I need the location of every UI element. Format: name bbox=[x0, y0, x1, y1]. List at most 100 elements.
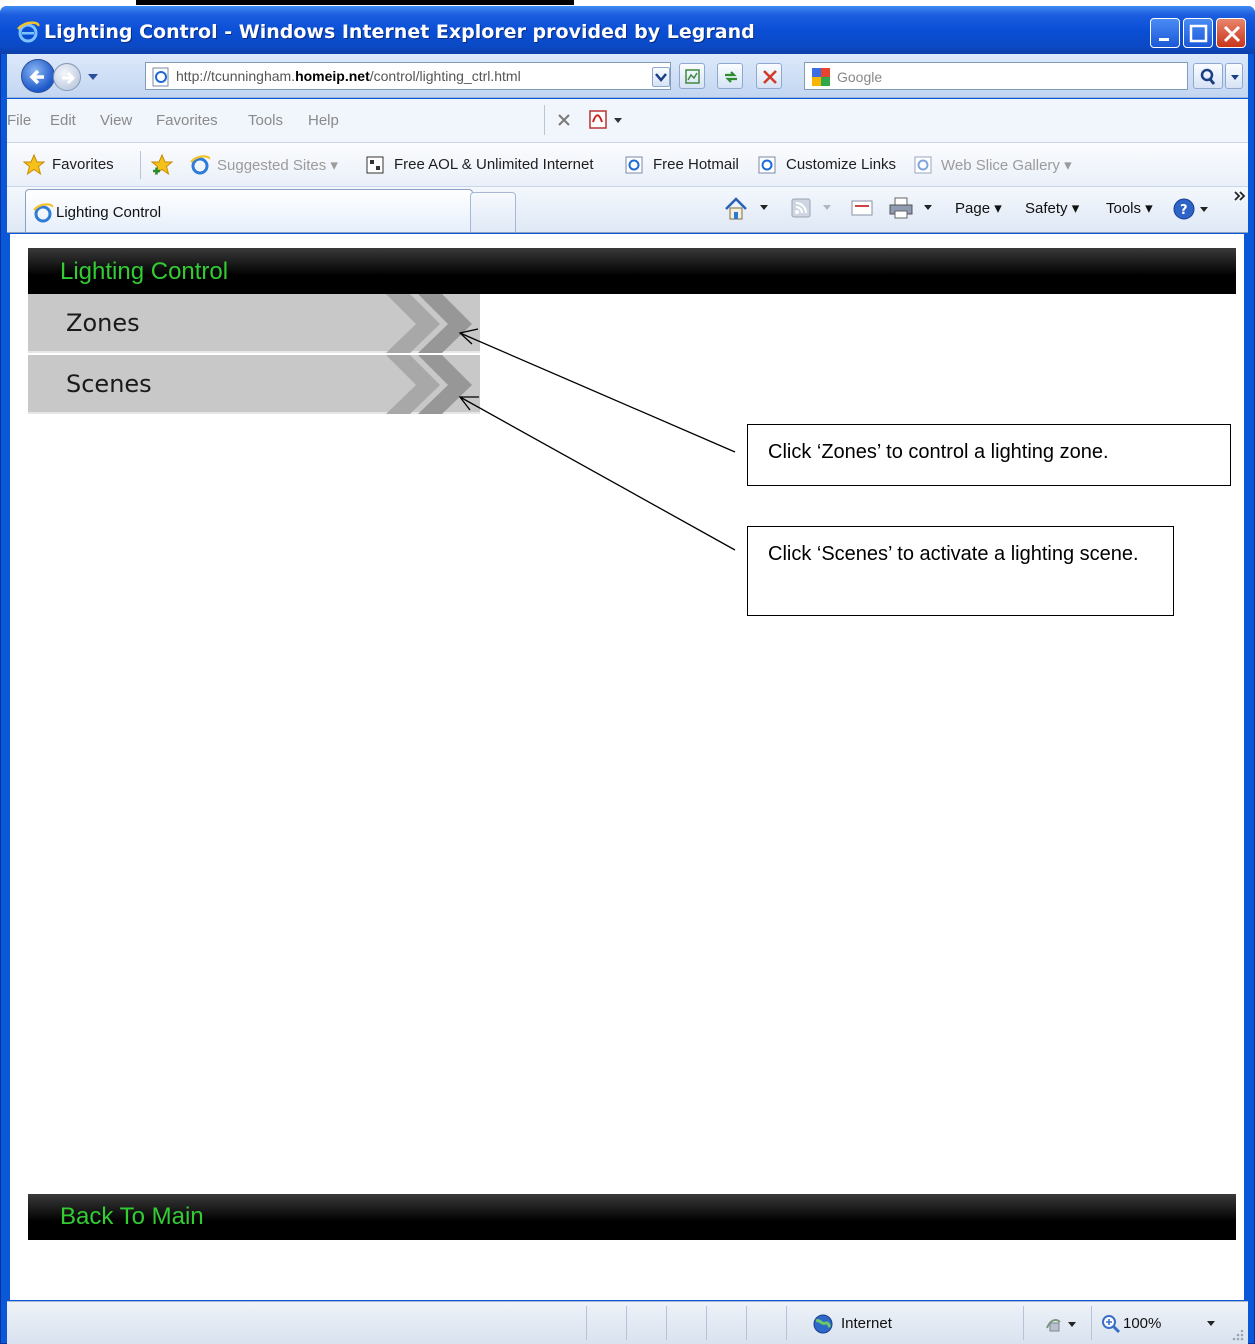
chevron-down-icon bbox=[1231, 75, 1239, 80]
fav-free-aol[interactable]: Free AOL & Unlimited Internet bbox=[394, 156, 594, 173]
feeds-icon[interactable] bbox=[790, 197, 812, 219]
minimize-button[interactable] bbox=[1150, 18, 1180, 48]
compatibility-view-button[interactable] bbox=[679, 63, 705, 89]
forward-button[interactable] bbox=[53, 63, 81, 91]
security-zone: Internet bbox=[841, 1315, 892, 1332]
chevron-down-icon[interactable] bbox=[822, 204, 832, 212]
address-toolbar: http://tcunningham.homeip.net/control/li… bbox=[7, 54, 1248, 98]
menu-view[interactable]: View bbox=[100, 112, 132, 129]
fav-customize-links[interactable]: Customize Links bbox=[786, 156, 896, 173]
status-separator bbox=[586, 1306, 587, 1340]
fav-web-slice-gallery[interactable]: Web Slice Gallery ▾ bbox=[941, 156, 1072, 174]
chevron-down-icon bbox=[655, 73, 667, 82]
scenes-label: Scenes bbox=[66, 370, 152, 398]
page-ie-icon bbox=[152, 67, 169, 87]
history-dropdown-icon[interactable] bbox=[87, 72, 99, 82]
footer-bar: Back To Main bbox=[28, 1194, 1236, 1240]
resize-grip-icon[interactable] bbox=[1229, 1326, 1245, 1342]
address-input[interactable]: http://tcunningham.homeip.net/control/li… bbox=[145, 62, 671, 90]
menu-tools[interactable]: Tools bbox=[248, 112, 283, 129]
ie-logo-icon bbox=[33, 203, 54, 223]
window-title: Lighting Control - Windows Internet Expl… bbox=[44, 21, 755, 43]
menu-separator bbox=[544, 105, 545, 135]
url-path: /control/lighting_ctrl.html bbox=[369, 68, 521, 84]
zoom-level[interactable]: 100% bbox=[1123, 1315, 1161, 1332]
fav-suggested-sites[interactable]: Suggested Sites ▾ bbox=[217, 156, 338, 174]
favorites-star-icon bbox=[23, 154, 45, 176]
scenes-button[interactable]: Scenes bbox=[28, 355, 480, 414]
tab-lighting-control[interactable]: Lighting Control bbox=[25, 189, 473, 232]
status-separator bbox=[1023, 1306, 1024, 1340]
page-title: Lighting Control bbox=[60, 258, 229, 285]
search-placeholder: Google bbox=[837, 69, 883, 85]
callout-scenes: Click ‘Scenes’ to activate a lighting sc… bbox=[747, 526, 1174, 616]
search-icon bbox=[1200, 68, 1216, 85]
maximize-icon bbox=[1189, 24, 1208, 43]
fav-free-hotmail[interactable]: Free Hotmail bbox=[653, 156, 739, 173]
status-separator bbox=[626, 1306, 627, 1340]
svg-text:?: ? bbox=[1180, 203, 1188, 218]
minimize-icon bbox=[1159, 38, 1169, 41]
menu-help[interactable]: Help bbox=[308, 112, 339, 129]
title-bar: Lighting Control - Windows Internet Expl… bbox=[0, 6, 1255, 54]
search-input[interactable]: Google bbox=[804, 62, 1188, 90]
menu-edit[interactable]: Edit bbox=[50, 112, 76, 129]
search-button[interactable] bbox=[1193, 63, 1223, 89]
zones-label: Zones bbox=[66, 309, 140, 337]
refresh-button[interactable] bbox=[717, 63, 743, 89]
close-toolbar-icon[interactable] bbox=[557, 113, 571, 127]
new-tab-button[interactable] bbox=[470, 192, 516, 232]
help-icon[interactable]: ? bbox=[1172, 196, 1212, 222]
chevron-down-icon[interactable] bbox=[1206, 1320, 1216, 1328]
page-ie-icon bbox=[758, 156, 776, 174]
favorites-button[interactable]: Favorites bbox=[52, 156, 114, 173]
home-icon[interactable] bbox=[722, 195, 750, 223]
chevron-down-icon[interactable] bbox=[923, 204, 933, 212]
menu-favorites[interactable]: Favorites bbox=[156, 112, 218, 129]
search-options-button[interactable] bbox=[1225, 63, 1243, 89]
aol-page-icon bbox=[366, 156, 384, 174]
ie-logo-icon bbox=[190, 155, 211, 175]
print-icon[interactable] bbox=[887, 196, 915, 220]
tab-bar: Lighting Control Page ▾ Safety ▾ Tools ▾… bbox=[7, 187, 1248, 233]
stop-button[interactable] bbox=[756, 63, 782, 89]
url-prefix: http://tcunningham. bbox=[176, 68, 296, 84]
page-content: Lighting Control Zones Scenes Back To Ma… bbox=[10, 234, 1244, 1300]
maximize-button[interactable] bbox=[1183, 18, 1213, 48]
chevron-more-icon[interactable] bbox=[1233, 189, 1247, 203]
back-button[interactable] bbox=[21, 59, 55, 93]
refresh-icon bbox=[725, 71, 737, 83]
status-separator bbox=[666, 1306, 667, 1340]
header-bar: Lighting Control bbox=[28, 248, 1236, 294]
compatibility-view-icon bbox=[685, 69, 700, 84]
forward-arrow-icon bbox=[62, 71, 76, 85]
callout-zones: Click ‘Zones’ to control a lighting zone… bbox=[747, 424, 1231, 486]
stop-icon bbox=[763, 70, 777, 84]
safety-menu[interactable]: Safety ▾ bbox=[1025, 199, 1079, 217]
address-dropdown-button[interactable] bbox=[652, 67, 670, 87]
add-favorites-icon[interactable] bbox=[150, 153, 174, 177]
back-to-main-link[interactable]: Back To Main bbox=[60, 1203, 204, 1231]
fav-separator bbox=[140, 151, 141, 179]
menu-bar: File Edit View Favorites Tools Help bbox=[7, 99, 1248, 143]
menu-file[interactable]: File bbox=[7, 112, 31, 129]
close-button[interactable] bbox=[1216, 18, 1246, 48]
status-separator bbox=[706, 1306, 707, 1340]
document-heading-underline bbox=[136, 0, 574, 5]
ie-logo-icon bbox=[17, 21, 40, 43]
page-ie-icon bbox=[914, 156, 932, 174]
read-mail-icon[interactable] bbox=[850, 198, 874, 218]
status-bar: Internet 100% bbox=[7, 1301, 1248, 1344]
status-separator bbox=[746, 1306, 747, 1340]
internet-zone-icon bbox=[813, 1314, 833, 1334]
url-domain: homeip.net bbox=[295, 68, 370, 84]
pdf-convert-icon[interactable] bbox=[587, 108, 629, 132]
zones-button[interactable]: Zones bbox=[28, 294, 480, 353]
protected-mode-icon[interactable] bbox=[1044, 1314, 1078, 1334]
page-menu[interactable]: Page ▾ bbox=[955, 199, 1002, 217]
google-icon bbox=[812, 68, 830, 86]
zoom-icon[interactable] bbox=[1100, 1313, 1122, 1335]
chevron-down-icon[interactable] bbox=[759, 204, 769, 212]
tools-menu[interactable]: Tools ▾ bbox=[1106, 199, 1153, 217]
status-separator bbox=[1091, 1306, 1092, 1340]
